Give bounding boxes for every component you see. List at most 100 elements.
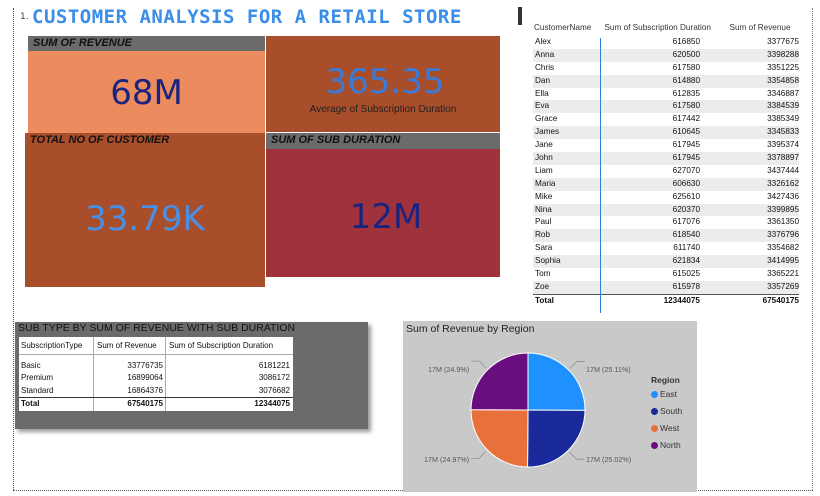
table-cell: 3086172: [258, 373, 290, 383]
table-row[interactable]: Mike 625610 3427436: [533, 191, 799, 204]
table-row[interactable]: John 617945 3378897: [533, 152, 799, 165]
table-row[interactable]: Maria 606630 3326162: [533, 177, 799, 191]
table-row[interactable]: Grace 617442 3385349: [533, 113, 799, 126]
total-label: Total: [535, 295, 554, 305]
table-cell: 617945: [672, 140, 700, 150]
table-row[interactable]: Nina 620370 3399895: [533, 203, 799, 217]
table-row[interactable]: James 610645 3345833: [533, 126, 799, 140]
pie-slice-west[interactable]: [470, 409, 529, 468]
legend-item-west[interactable]: West: [651, 423, 679, 433]
table-cell: Jane: [535, 140, 553, 150]
table-cell: 3354858: [767, 75, 799, 85]
table-cell: 16899064: [94, 372, 166, 385]
avg-subscription-caption: Average of Subscription Duration: [309, 104, 457, 115]
pie-leader-line-east: [569, 361, 585, 369]
table-row[interactable]: Ella 612835 3346887: [533, 88, 799, 101]
revenue-card-header: SUM OF REVENUE: [28, 36, 265, 51]
customer-table[interactable]: CustomerName Sum of Subscription Duratio…: [533, 20, 799, 308]
table-row[interactable]: Basic 33776735 6181221: [19, 360, 293, 373]
pie-label-south: 17M (25.02%): [586, 455, 632, 464]
table-row[interactable]: Standard 16864376 3076682: [19, 384, 293, 398]
column-header[interactable]: CustomerName: [533, 20, 602, 36]
text-cursor: [518, 7, 522, 25]
table-row[interactable]: Paul 617076 3361350: [533, 216, 799, 229]
legend-label-north: North: [660, 440, 681, 450]
table-cell: Eva: [535, 101, 550, 111]
table-row[interactable]: Anna 620500 3398288: [533, 48, 799, 62]
table-cell: 617580: [672, 62, 700, 72]
table-cell: Anna: [535, 49, 555, 59]
legend-dot-north: [651, 441, 658, 449]
table-cell: 33776735: [94, 360, 166, 373]
table-cell: Zoe: [535, 281, 550, 291]
customers-value: 33.79K: [85, 199, 205, 239]
table-cell: 625610: [672, 191, 700, 201]
table-row[interactable]: Chris 617580 3351225: [533, 62, 799, 75]
legend-dot-east: [651, 390, 658, 398]
legend-item-south[interactable]: South: [651, 406, 682, 416]
table-cell: 3351225: [767, 62, 799, 72]
column-header[interactable]: Sum of Revenue: [94, 337, 166, 354]
table-cell: 606630: [672, 178, 700, 188]
table-cell: Sophia: [535, 256, 561, 266]
column-header[interactable]: SubscriptionType: [19, 337, 94, 354]
table-body: Alex 616850 3377675 Anna 620500 3398288 Chris 6…: [533, 36, 799, 294]
table-cell: Basic: [19, 360, 94, 373]
table-cell: John: [535, 153, 553, 163]
table-cell: 3395374: [767, 140, 799, 150]
table-cell: 612835: [672, 88, 700, 98]
table-cell: 3384539: [767, 101, 799, 111]
subduration-card-header: SUM OF SUB DURATION: [266, 133, 500, 149]
total-label: Total: [19, 398, 94, 411]
column-header[interactable]: Sum of Revenue: [728, 20, 799, 36]
table-cell: 3326162: [767, 178, 799, 188]
legend-item-north[interactable]: North: [651, 440, 681, 450]
table-cell: 3354682: [767, 243, 799, 253]
table-row[interactable]: Zoe 615978 3357269: [533, 280, 799, 294]
table-row[interactable]: Dan 614880 3354858: [533, 74, 799, 88]
legend-item-east[interactable]: East: [651, 389, 677, 399]
table-cell: Grace: [535, 114, 558, 124]
table-row[interactable]: Rob 618540 3376796: [533, 229, 799, 243]
column-header[interactable]: Sum of Subscription Duration: [166, 337, 293, 354]
table-cell: 3399895: [767, 204, 799, 214]
pie-slice-south[interactable]: [527, 409, 586, 468]
pie-label-north: 17M (24.9%): [428, 365, 470, 374]
subtype-table[interactable]: SubscriptionType Sum of Revenue Sum of S…: [19, 337, 293, 411]
table-row[interactable]: Eva 617580 3384539: [533, 100, 799, 114]
customers-card[interactable]: TOTAL NO OF CUSTOMER 33.79K: [25, 133, 265, 287]
table-row[interactable]: Sara 611740 3354682: [533, 242, 799, 255]
page-title: CUSTOMER ANALYSIS FOR A RETAIL STORE: [32, 6, 462, 28]
revenue-card[interactable]: 68M: [28, 51, 265, 133]
total-subscription: 12344075: [663, 295, 700, 305]
total-revenue: 67540175: [762, 295, 799, 305]
subduration-card[interactable]: 12M: [266, 149, 500, 277]
table-cell: Dan: [535, 75, 551, 85]
customers-card-header: TOTAL NO OF CUSTOMER: [30, 134, 170, 146]
table-cell: 615978: [672, 281, 700, 291]
table-cell: Alex: [535, 37, 551, 46]
legend-dot-south: [651, 407, 658, 415]
table-cell: 620370: [672, 204, 700, 214]
table-row[interactable]: Premium 16899064 3086172: [19, 372, 293, 385]
pie-leader-line-west: [470, 451, 487, 459]
table-row[interactable]: Jane 617945 3395374: [533, 139, 799, 152]
table-column-divider: [600, 38, 601, 313]
table-cell: Standard: [19, 384, 94, 398]
table-row[interactable]: Sophia 621834 3414995: [533, 255, 799, 269]
legend-label-east: East: [660, 389, 678, 399]
table-row[interactable]: Alex 616850 3377675: [533, 36, 799, 49]
canvas-border-right: [812, 8, 813, 490]
table-cell: Tom: [535, 269, 551, 279]
table-cell: Nina: [535, 204, 552, 214]
pie-leader-line-north: [471, 360, 487, 369]
table-row[interactable]: Liam 627070 3437444: [533, 165, 799, 178]
table-row[interactable]: Tom 615025 3365221: [533, 268, 799, 281]
title-number: 1.: [20, 12, 29, 22]
table-cell: 3385349: [767, 114, 799, 124]
table-cell: 3378897: [767, 153, 799, 163]
column-header[interactable]: Sum of Subscription Duration: [602, 20, 727, 36]
pie-label-east: 17M (25.11%): [586, 365, 631, 374]
table-cell: 3357269: [767, 281, 799, 291]
avg-subscription-card[interactable]: 365.35 Average of Subscription Duration: [266, 36, 500, 132]
